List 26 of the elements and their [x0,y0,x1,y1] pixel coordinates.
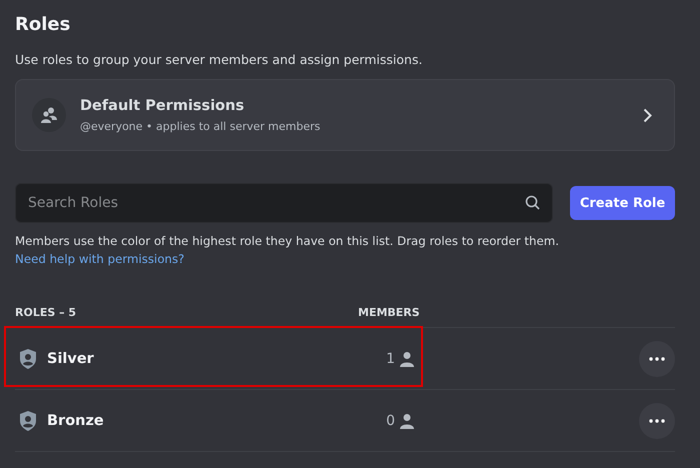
chevron-right-icon [643,108,652,122]
member-count: 0 [386,412,395,428]
shield-icon [18,410,38,432]
role-name: Bronze [47,412,104,428]
member-count: 1 [386,350,395,366]
create-role-button[interactable]: Create Role [570,186,675,220]
people-icon [40,107,58,123]
role-name: Silver [47,350,94,366]
person-icon [399,412,415,428]
more-button[interactable] [639,402,675,438]
more-icon [649,418,665,422]
card-subtitle: @everyone • applies to all server members [80,120,322,132]
default-permissions-card[interactable]: Default Permissions @everyone • applies to all server members [15,79,675,151]
column-header: ROLES – 5 [15,306,78,319]
search-icon [525,195,540,210]
card-title: Default Permissions [80,98,246,114]
shield-icon [18,348,38,370]
search-field[interactable]: Search Roles [15,183,553,223]
help-link[interactable]: Need help with permissions? [15,252,184,266]
page-description: Use roles to group your server members and assign permissions. [15,52,424,67]
help-text: Members use the color of the highest role they have on this list. Drag roles to reorder them. Need help with permissions? [15,233,560,268]
more-button[interactable] [639,340,675,376]
page-title: Roles [15,14,72,35]
person-icon [399,350,415,366]
more-icon [649,356,665,360]
column-header: MEMBERS [358,306,421,319]
